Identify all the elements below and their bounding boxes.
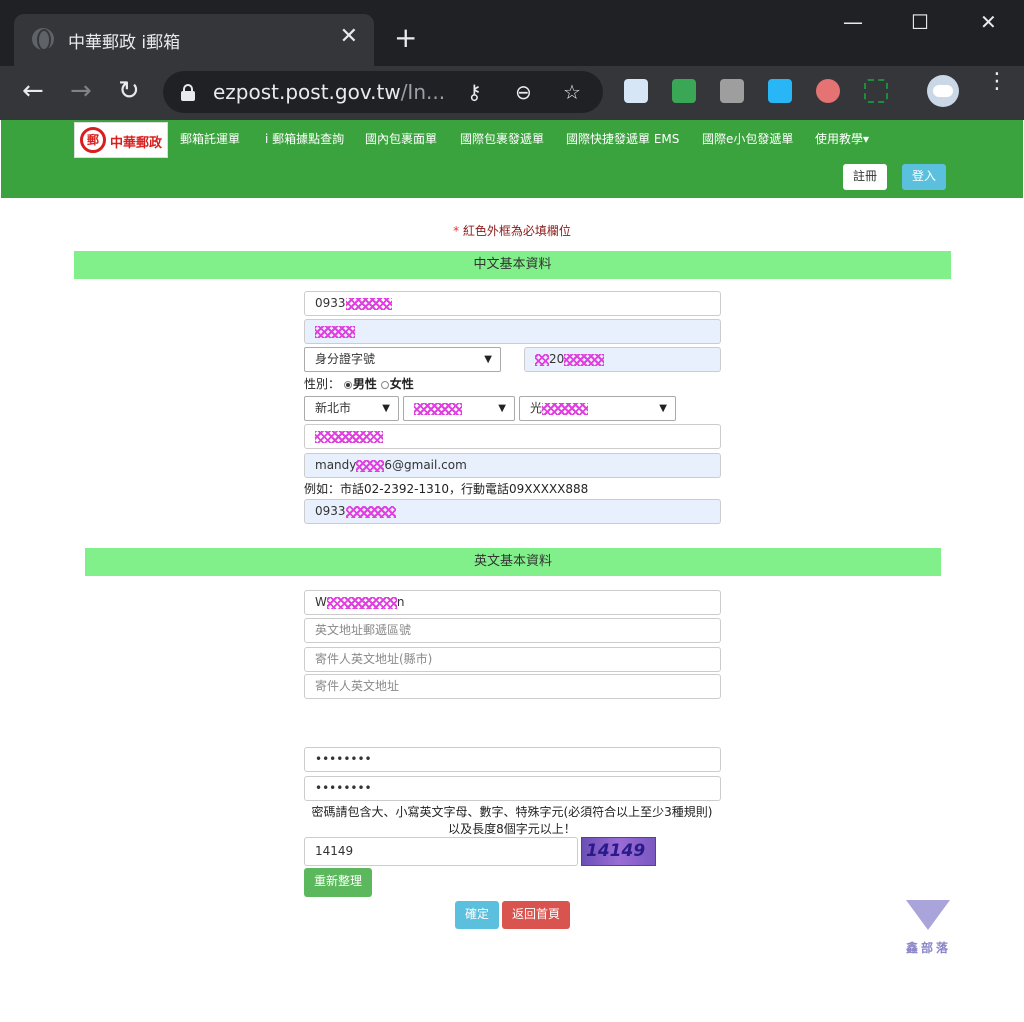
captcha-image: 14149 — [581, 837, 656, 866]
chevron-down-icon: ▼ — [659, 403, 667, 414]
browser-toolbar: ← → ↻ ezpost.post.gov.tw/In... ⚷ ⊖ ☆ ⋮ — [0, 66, 1024, 120]
extension-face-icon[interactable] — [816, 79, 840, 103]
key-icon[interactable]: ⚷ — [467, 79, 482, 105]
section-header-chinese: 中文基本資料 — [74, 251, 951, 279]
confirm-button[interactable]: 確定 — [455, 901, 499, 929]
extension-bag-icon[interactable] — [720, 79, 744, 103]
nav-item-intl-parcel[interactable]: 國際包裹發遞單 — [460, 130, 544, 147]
section-header-english: 英文基本資料 — [85, 548, 941, 576]
tab-close-icon[interactable]: ✕ — [340, 25, 358, 49]
login-button[interactable]: 登入 — [902, 164, 946, 190]
refresh-captcha-button[interactable]: 重新整理 — [304, 868, 372, 897]
post-logo-mark-icon: 郵 — [80, 127, 106, 153]
zoom-out-icon[interactable]: ⊖ — [515, 79, 532, 105]
url-text: ezpost.post.gov.tw/In... — [213, 80, 446, 104]
nav-item-locations[interactable]: i 郵箱據點查詢 — [265, 130, 344, 147]
back-home-button[interactable]: 返回首頁 — [502, 901, 570, 929]
extension-check-icon[interactable] — [672, 79, 696, 103]
gender-male-radio[interactable] — [343, 380, 352, 389]
register-button[interactable]: 註冊 — [843, 164, 887, 190]
new-tab-icon[interactable]: + — [394, 24, 417, 52]
extension-screenshot-icon[interactable] — [864, 79, 888, 103]
gender-female-radio[interactable] — [380, 380, 389, 389]
phone-field[interactable]: 0933 — [304, 291, 721, 316]
tab-title: 中華郵政 i郵箱 — [68, 33, 181, 53]
city-select[interactable]: 新北市 ▼ — [304, 396, 399, 421]
minimize-icon[interactable]: — — [843, 10, 863, 34]
profile-avatar-icon[interactable] — [927, 75, 959, 107]
blog-watermark: 鑫部落 — [902, 898, 958, 958]
email-field[interactable]: mandy 6@gmail.com — [304, 453, 721, 478]
english-address-field[interactable]: 寄件人英文地址 — [304, 674, 721, 699]
site-header: 郵 中華郵政 郵箱託運單 i 郵箱據點查詢 國內包裹面單 國際包裹發遞單 國際快… — [1, 120, 1023, 198]
english-name-field[interactable]: Wn — [304, 590, 721, 615]
required-note: * 紅色外框為必填欄位 — [453, 224, 571, 238]
address-field[interactable] — [304, 424, 721, 449]
nav-item-tutorial[interactable]: 使用教學▾ — [815, 130, 869, 147]
mobile-field[interactable]: 0933 — [304, 499, 721, 524]
chevron-down-icon: ▼ — [498, 403, 506, 414]
phone-format-hint: 例如：市話02-2392-1310，行動電話09XXXXX888 — [304, 482, 589, 496]
address-bar[interactable]: ezpost.post.gov.tw/In... ⚷ ⊖ ☆ — [163, 71, 603, 113]
road-select[interactable]: 光 ▼ — [519, 396, 676, 421]
chunghwa-post-logo[interactable]: 郵 中華郵政 — [74, 122, 168, 158]
maximize-icon[interactable]: ☐ — [911, 10, 929, 34]
lock-icon[interactable] — [181, 84, 195, 101]
nav-item-mailbox-consignment[interactable]: 郵箱託運單 — [180, 130, 240, 147]
window-close-icon[interactable]: ✕ — [980, 10, 997, 34]
watermark-text: 鑫部落 — [906, 941, 952, 955]
browser-tab[interactable]: 中華郵政 i郵箱 ✕ — [14, 14, 374, 66]
paper-plane-icon — [906, 900, 950, 930]
extension-share-icon[interactable] — [768, 79, 792, 103]
password-field[interactable]: •••••••• — [304, 747, 721, 772]
name-field[interactable] — [304, 319, 721, 344]
captcha-input[interactable]: 14149 — [304, 837, 578, 866]
chevron-down-icon: ▼ — [484, 354, 492, 365]
reload-icon[interactable]: ↻ — [118, 76, 140, 106]
id-type-select[interactable]: 身分證字號 ▼ — [304, 347, 501, 372]
gender-group: 性別： 男性 女性 — [304, 377, 414, 391]
password-length-text: 以及長度8個字元以上！ — [448, 822, 576, 836]
password-confirm-field[interactable]: •••••••• — [304, 776, 721, 801]
star-icon[interactable]: ☆ — [563, 79, 581, 105]
back-icon[interactable]: ← — [22, 76, 44, 106]
nav-item-intl-ems[interactable]: 國際快捷發遞單 EMS — [566, 130, 679, 147]
forward-icon[interactable]: → — [70, 76, 92, 106]
password-rule-text: 密碼請包含大、小寫英文字母、數字、特殊字元(必須符合以上至少3種規則) — [311, 805, 713, 819]
extension-notes-icon[interactable] — [624, 79, 648, 103]
english-zip-field[interactable]: 英文地址郵遞區號 — [304, 618, 721, 643]
menu-icon[interactable]: ⋮ — [986, 71, 1008, 93]
globe-icon — [32, 28, 54, 51]
logo-text: 中華郵政 — [110, 136, 163, 151]
chevron-down-icon: ▼ — [382, 403, 390, 414]
id-number-field[interactable]: 20 — [524, 347, 721, 372]
district-select[interactable]: ▼ — [403, 396, 515, 421]
browser-titlebar: 中華郵政 i郵箱 ✕ + — ☐ ✕ — [0, 0, 1024, 66]
nav-item-intl-e-small[interactable]: 國際e小包發遞單 — [702, 130, 793, 147]
english-city-field[interactable]: 寄件人英文地址(縣市) — [304, 647, 721, 672]
nav-item-domestic-label[interactable]: 國內包裹面單 — [365, 130, 437, 147]
